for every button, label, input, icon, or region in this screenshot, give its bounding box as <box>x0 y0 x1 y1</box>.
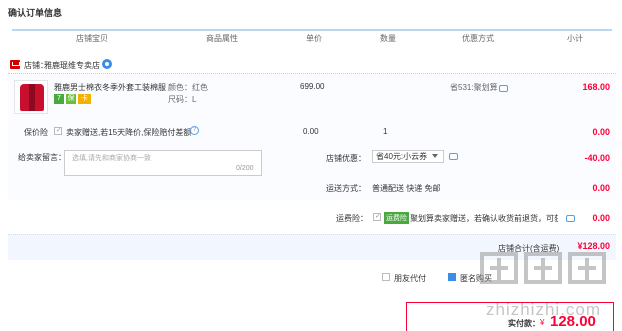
insurance-qty: 1 <box>383 127 388 136</box>
item-subtotal: 168.00 <box>582 82 610 92</box>
message-placeholder: 选填,请先和商家协商一致 <box>72 155 151 162</box>
message-char-count: 0/200 <box>236 165 254 172</box>
insurance-desc: 卖家赠送,若15天降价,保险赔付差额 <box>66 128 192 137</box>
shipping-insurance-desc: 聚划算卖家赠送，若确认收货前退货，可获... <box>410 214 558 223</box>
friend-pay-label: 朋友代付 <box>394 274 426 283</box>
col-header-shop-item: 店铺宝贝 <box>76 34 108 43</box>
shop-name-link[interactable]: 雅鹿琨维专卖店 <box>44 60 100 71</box>
tmall-store-icon <box>10 60 20 69</box>
attr-color: 颜色：红色 <box>168 83 208 92</box>
shipping-insurance-info-icon[interactable] <box>566 215 575 222</box>
credit-card-icon: 卡 <box>78 94 91 104</box>
watermark-logo <box>478 250 608 293</box>
shipping-insurance-checkbox[interactable] <box>373 212 381 221</box>
shop-discount-label: 店铺优惠： <box>326 154 366 163</box>
shipping-insurance-tag: 运费险 <box>384 212 409 224</box>
item-unit-price: 699.00 <box>300 82 325 91</box>
col-header-discount: 优惠方式 <box>462 34 494 43</box>
seven-day-return-icon: 7 <box>54 94 64 104</box>
col-header-subtotal: 小计 <box>567 34 583 43</box>
shipping-method: 普通配送 快递 免邮 <box>372 184 441 193</box>
page-title: 确认订单信息 <box>8 8 63 18</box>
insurance-price: 0.00 <box>303 127 319 136</box>
header-divider <box>12 29 612 31</box>
watermark-url: zhizhizhi.com <box>486 300 602 319</box>
product-title-link[interactable]: 雅鹿男士棉衣冬季外套工装棉服... <box>54 82 166 93</box>
anonymous-buy-checkbox[interactable] <box>448 273 456 281</box>
insurance-label: 保价险 <box>24 128 48 137</box>
insurance-checkbox[interactable] <box>54 126 62 135</box>
chevron-down-icon[interactable] <box>432 154 438 158</box>
col-header-quantity: 数量 <box>380 34 396 43</box>
shipping-insurance-label: 运费险： <box>336 214 368 223</box>
guarantee-icon: 保 <box>66 94 76 104</box>
product-image[interactable] <box>14 80 48 114</box>
item-promo: 省531:聚划算 <box>450 83 498 92</box>
aliwangwang-chat-icon[interactable] <box>102 59 112 69</box>
message-label: 给卖家留言： <box>18 153 66 162</box>
help-icon[interactable]: ? <box>190 126 199 135</box>
shop-discount-value: -40.00 <box>584 153 610 163</box>
coupon-info-icon[interactable] <box>449 153 458 160</box>
col-header-price: 单价 <box>306 34 322 43</box>
promo-info-icon[interactable] <box>499 85 508 92</box>
insurance-subtotal: 0.00 <box>592 127 610 137</box>
shipping-insurance-value: 0.00 <box>592 213 610 223</box>
col-header-attributes: 商品属性 <box>206 34 238 43</box>
shipping-label: 运送方式： <box>326 184 366 193</box>
friend-pay-checkbox[interactable] <box>382 273 390 281</box>
shipping-value: 0.00 <box>592 183 610 193</box>
attr-size: 尺码：L <box>168 95 197 104</box>
